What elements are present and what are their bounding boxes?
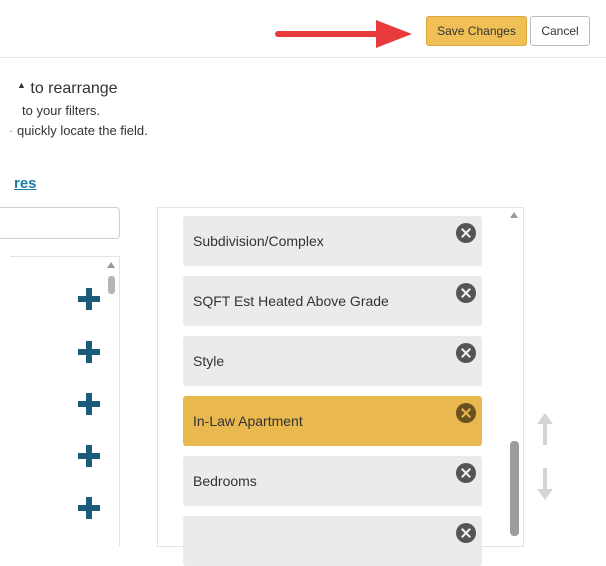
add-field-plus-icon[interactable]	[78, 341, 100, 363]
arrow-down-icon[interactable]	[536, 468, 554, 500]
close-circle-icon[interactable]	[456, 403, 476, 423]
field-label: Subdivision/Complex	[193, 233, 324, 249]
left-scrollbar-thumb[interactable]	[108, 276, 115, 294]
header-divider	[0, 57, 606, 58]
close-circle-icon[interactable]	[456, 223, 476, 243]
move-glyph-icon: ▲	[17, 80, 26, 90]
selected-field-item[interactable]: Style	[183, 336, 482, 386]
selected-field-item-active[interactable]: In-Law Apartment	[183, 396, 482, 446]
instruction-line-2: to your filters.	[22, 103, 101, 118]
selected-field-item[interactable]: Bedrooms	[183, 456, 482, 506]
add-field-plus-icon[interactable]	[78, 288, 100, 310]
save-changes-button[interactable]: Save Changes	[426, 16, 527, 46]
instruction-line-3: · quickly locate the field.	[9, 123, 148, 138]
close-circle-icon[interactable]	[456, 283, 476, 303]
right-scrollbar-thumb[interactable]	[510, 441, 519, 536]
features-link[interactable]: res	[14, 175, 37, 192]
add-field-plus-icon[interactable]	[78, 445, 100, 467]
field-label: SQFT Est Heated Above Grade	[193, 293, 389, 309]
selected-field-item[interactable]: SQFT Est Heated Above Grade	[183, 276, 482, 326]
close-circle-icon[interactable]	[456, 523, 476, 543]
cancel-button[interactable]: Cancel	[530, 16, 590, 46]
selected-field-item[interactable]: Subdivision/Complex	[183, 216, 482, 266]
close-circle-icon[interactable]	[456, 463, 476, 483]
instruction-line-1: ▲ to rearrange	[17, 80, 118, 97]
right-scroll-up-icon[interactable]	[510, 212, 518, 218]
add-field-plus-icon[interactable]	[78, 497, 100, 519]
left-scroll-up-icon[interactable]	[107, 262, 115, 268]
selected-field-item[interactable]	[183, 516, 482, 566]
field-label: Style	[193, 353, 225, 369]
close-circle-icon[interactable]	[456, 343, 476, 363]
available-fields-list	[10, 256, 120, 546]
add-field-plus-icon[interactable]	[78, 393, 100, 415]
red-arrow-annotation	[275, 20, 412, 48]
field-search-input[interactable]	[0, 207, 120, 239]
arrow-up-icon[interactable]	[536, 413, 554, 445]
field-label: In-Law Apartment	[193, 413, 303, 429]
field-label: Bedrooms	[193, 473, 257, 489]
